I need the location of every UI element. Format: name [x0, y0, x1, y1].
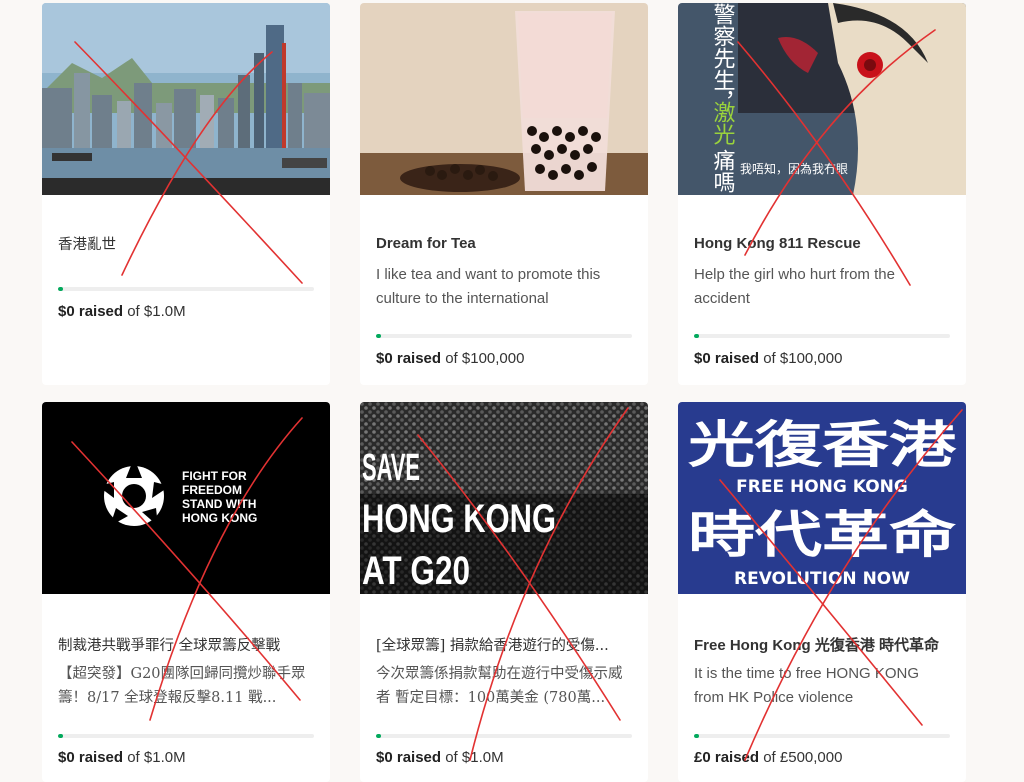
- progress-fill: [376, 734, 382, 738]
- raised-amount: $0 raised: [694, 350, 760, 367]
- progress-bar: [694, 334, 950, 338]
- progress-bar: [58, 734, 314, 738]
- image-text-line-1: FIGHT FOR: [182, 469, 247, 483]
- campaign-card[interactable]: SAVE HONG KONG AT G20 [全球眾籌] 捐款給香港遊行的受傷.…: [360, 402, 648, 782]
- campaign-title[interactable]: 制裁港共戰爭罪行 全球眾籌反擊戰: [58, 634, 314, 655]
- campaign-image-fight-for-freedom[interactable]: FIGHT FOR FREEDOM STAND WITH HONG KONG: [42, 402, 330, 594]
- image-text-line-3: 時代革命: [688, 506, 956, 564]
- campaign-description: 今次眾籌係捐款幫助在遊行中受傷示威者 暫定目標：100萬美金 (780萬...: [376, 666, 623, 706]
- progress-bar: [58, 287, 314, 291]
- campaign-description: 【超突發】G20團隊回歸同攬炒聯手眾籌！8/17 全球登報反擊8.11 戰...: [58, 666, 306, 706]
- image-text-right: 我唔知，因為我冇眼: [740, 162, 848, 176]
- image-text-line-3: STAND WITH: [182, 497, 256, 511]
- raised-text: £0 raised of £500,000: [694, 749, 842, 766]
- raised-goal: of $1.0M: [127, 749, 186, 766]
- campaign-title[interactable]: 香港亂世: [58, 233, 314, 254]
- raised-amount: $0 raised: [376, 350, 442, 367]
- raised-goal: of $1.0M: [445, 749, 504, 766]
- progress-bar: [694, 734, 950, 738]
- campaign-image-save-hong-kong[interactable]: SAVE HONG KONG AT G20: [360, 402, 648, 594]
- progress-fill: [58, 287, 64, 291]
- campaign-description: I like tea and want to promote this cult…: [376, 266, 601, 307]
- raised-text: $0 raised of $100,000: [376, 350, 524, 367]
- image-text-highlight: 激光: [710, 101, 736, 145]
- raised-goal: of $100,000: [445, 350, 525, 367]
- progress-fill: [376, 334, 382, 338]
- campaign-title[interactable]: [全球眾籌] 捐款給香港遊行的受傷...: [376, 634, 632, 655]
- progress-fill: [694, 734, 700, 738]
- image-text-line-1: 光復香港: [688, 416, 957, 474]
- image-text-left: 警察先生，: [710, 3, 736, 113]
- campaign-image-bubble-tea[interactable]: [360, 3, 648, 195]
- image-text-line-3: AT G20: [362, 549, 470, 593]
- raised-amount: $0 raised: [58, 303, 124, 320]
- image-text-line-4: REVOLUTION NOW: [734, 569, 910, 589]
- progress-bar: [376, 334, 632, 338]
- progress-fill: [58, 734, 64, 738]
- campaign-image-hong-kong-skyline[interactable]: [42, 3, 330, 195]
- raised-amount: $0 raised: [58, 749, 124, 766]
- image-text-line-2: HONG KONG: [362, 497, 556, 541]
- campaign-card[interactable]: 警察先生， 激光 痛嗎 我唔知，因為我冇眼 Hong Kong 811 Resc…: [678, 3, 966, 385]
- raised-text: $0 raised of $100,000: [694, 350, 842, 367]
- campaign-image-revolution-now[interactable]: 光復香港 FREE HONG KONG 時代革命 REVOLUTION NOW: [678, 402, 966, 594]
- campaign-title[interactable]: Dream for Tea: [376, 235, 632, 252]
- campaign-card[interactable]: 光復香港 FREE HONG KONG 時代革命 REVOLUTION NOW …: [678, 402, 966, 782]
- image-text-left-2: 痛嗎: [710, 149, 736, 193]
- progress-fill: [694, 334, 700, 338]
- campaign-title[interactable]: Hong Kong 811 Rescue: [694, 235, 950, 252]
- progress-bar: [376, 734, 632, 738]
- raised-text: $0 raised of $1.0M: [58, 749, 186, 766]
- raised-goal: of $1.0M: [127, 303, 186, 320]
- campaign-description: It is the time to free HONG KONG from HK…: [694, 665, 920, 706]
- image-text-line-1: SAVE: [362, 447, 420, 489]
- campaign-description: Help the girl who hurt from the accident: [694, 266, 895, 307]
- image-text-line-2: FREE HONG KONG: [736, 477, 908, 497]
- campaign-image-illustration[interactable]: 警察先生， 激光 痛嗎 我唔知，因為我冇眼: [678, 3, 966, 195]
- campaign-title[interactable]: Free Hong Kong 光復香港 時代革命: [694, 634, 950, 655]
- image-text-line-2: FREEDOM: [182, 483, 242, 497]
- campaign-card[interactable]: FIGHT FOR FREEDOM STAND WITH HONG KONG 制…: [42, 402, 330, 782]
- campaign-card[interactable]: Dream for Tea I like tea and want to pro…: [360, 3, 648, 385]
- raised-text: $0 raised of $1.0M: [376, 749, 504, 766]
- campaign-card[interactable]: 香港亂世 $0 raised of $1.0M: [42, 3, 330, 385]
- raised-text: $0 raised of $1.0M: [58, 303, 186, 320]
- raised-amount: £0 raised: [694, 749, 760, 766]
- raised-goal: of £500,000: [763, 749, 843, 766]
- raised-goal: of $100,000: [763, 350, 843, 367]
- raised-amount: $0 raised: [376, 749, 442, 766]
- image-text-line-4: HONG KONG: [182, 511, 257, 525]
